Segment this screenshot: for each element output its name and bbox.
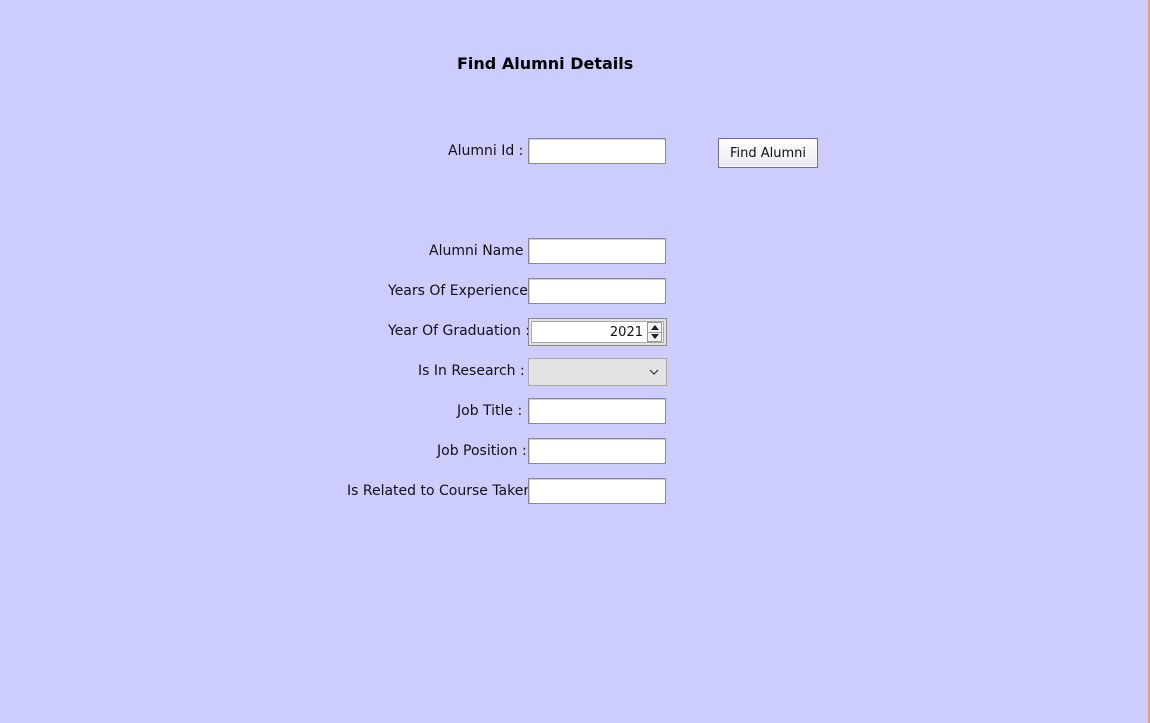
is-related-input[interactable]	[528, 478, 666, 504]
year-graduation-value: 2021	[609, 325, 643, 340]
job-position-label: Job Position :	[437, 443, 527, 459]
spinner-down-button[interactable]	[647, 332, 662, 342]
job-position-input[interactable]	[528, 438, 666, 464]
alumni-id-input[interactable]	[528, 138, 666, 164]
job-title-input[interactable]	[528, 398, 666, 424]
years-experience-input[interactable]	[528, 278, 666, 304]
year-graduation-spinner[interactable]: 2021	[528, 318, 667, 346]
page-title: Find Alumni Details	[457, 54, 634, 73]
alumni-name-input[interactable]	[528, 238, 666, 264]
spinner-buttons	[647, 322, 662, 342]
find-alumni-button[interactable]: Find Alumni	[718, 138, 818, 168]
alumni-name-label: Alumni Name :	[429, 243, 533, 259]
is-related-label: Is Related to Course Taken :	[347, 483, 542, 499]
spinner-up-button[interactable]	[647, 322, 662, 333]
year-graduation-label: Year Of Graduation :	[388, 323, 530, 339]
is-in-research-dropdown[interactable]	[528, 358, 667, 386]
alumni-id-label: Alumni Id :	[448, 143, 524, 159]
chevron-down-icon	[650, 334, 659, 340]
job-title-label: Job Title :	[457, 403, 523, 419]
chevron-up-icon	[650, 324, 659, 330]
years-experience-label: Years Of Experience :	[388, 283, 538, 299]
chevron-down-icon	[649, 369, 659, 375]
is-in-research-label: Is In Research :	[418, 363, 525, 379]
year-graduation-field[interactable]: 2021	[531, 321, 664, 343]
